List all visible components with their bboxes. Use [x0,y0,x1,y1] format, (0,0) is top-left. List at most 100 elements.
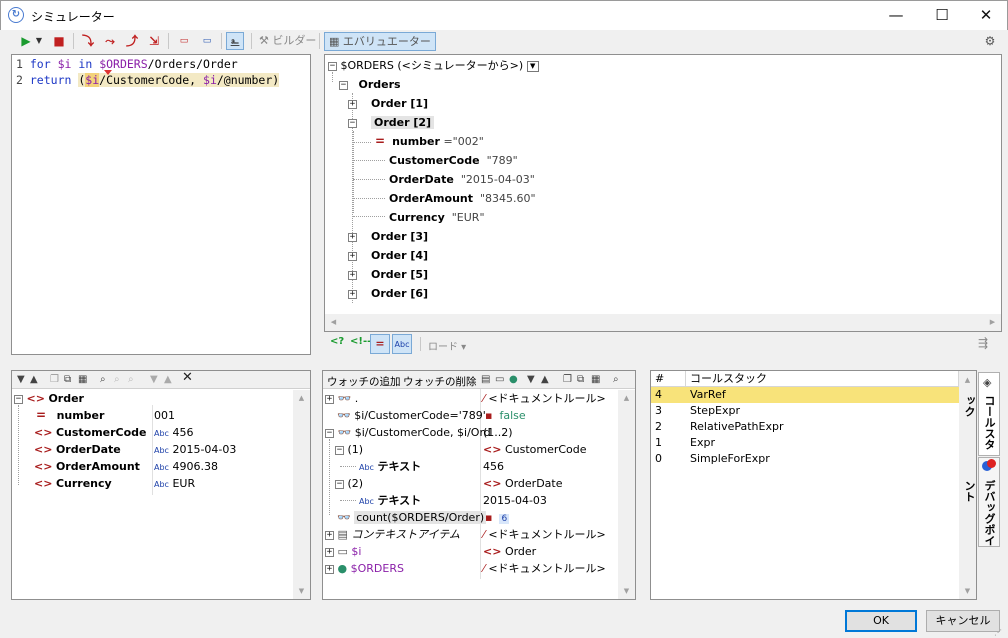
context-row-orderamount[interactable]: <> OrderAmount [34,458,140,475]
clear-icon[interactable]: ✕ [182,371,193,385]
watch-row-var-orders[interactable]: + ● $ORDERS [325,560,404,577]
toolbar: ▶ ▼ ■ ⤵ ⤳ ⤴ ⇲ ▭ ▭ ⎁ ⚒ ビルダー ▦ エバリュエーター ⚙ [1,30,1007,52]
context-row-customercode[interactable]: <> CustomerCode [34,424,147,441]
xpath-insert-icon[interactable]: <? [330,336,344,347]
watch-row-item-2[interactable]: − (2) [335,475,363,492]
resize-grip-icon[interactable]: ⋰ [994,628,1002,637]
cancel-button[interactable]: キャンセル [926,610,1000,632]
stop-icon[interactable]: ■ [50,32,68,50]
callstack-panel: # コールスタック 4 VarRef 3 StepExpr 2 RelativePat… [650,370,977,600]
context-root[interactable]: − <> Order [14,390,84,407]
callstack-row[interactable]: 2 RelativePathExpr [651,419,959,435]
watch-row-var-i[interactable]: + ▭ $i [325,543,361,560]
text-mode-icon[interactable]: ⎁ [226,32,244,50]
up-arrow-icon[interactable]: ▲ [30,373,38,387]
tree-node-orderdate[interactable]: OrderDate "2015-04-03" [389,171,535,188]
watch-copy-icon[interactable]: ❐ [563,373,572,387]
watch-row-text-1[interactable]: Abc テキスト [359,458,421,475]
watch-row-customercode-eq[interactable]: 👓 $i/CustomerCode='789' [337,407,486,424]
down-arrow-2-icon[interactable]: ▼ [150,373,158,387]
evaluator-button[interactable]: ▦ エバリュエーター [324,32,436,51]
builder-button[interactable]: ⚒ ビルダー [255,32,320,51]
tree-node-currency[interactable]: Currency "EUR" [389,209,485,226]
wrap-icon[interactable]: ⇶ [978,336,988,350]
calculator-icon: ▦ [329,35,340,48]
callstack-col-num[interactable]: # [651,371,686,387]
watch-row-text-2[interactable]: Abc テキスト [359,492,421,509]
watch-row-item-1[interactable]: − (1) [335,441,363,458]
breakpoints-red-icon [987,459,996,468]
comment-insert-icon[interactable]: <!-- [350,336,371,347]
context-panel: ▼ ▲ ❐ ⧉ ▦ ⌕ ⌕ ⌕ ▼ ▲ ✕ − <> Order = numbe… [11,370,311,600]
horizontal-scrollbar[interactable]: ◀ ▶ [325,314,1001,331]
maximize-button[interactable]: ☐ [919,1,965,30]
source-dropdown-icon: ▼ [526,60,539,72]
xpath-editor[interactable]: 1 for $i in $ORDERS/Orders/Order 2 retur… [11,54,311,355]
step-into-icon[interactable]: ⤵ [79,32,97,50]
watch-grid-icon[interactable]: ▤ [481,373,490,387]
find-next-icon[interactable]: ⌕ [114,373,120,387]
add-watch-button[interactable]: ウォッチの追加 [327,374,401,389]
step-out-icon[interactable]: ⤴ [123,32,141,50]
context-row-currency[interactable]: <> Currency [34,475,112,492]
breakpoint-marker-icon [104,70,112,75]
context-scrollbar[interactable]: ▲ ▼ [293,390,310,599]
tree-node-order-1[interactable]: + Order [1] [348,95,428,112]
callstack-row[interactable]: 1 Expr [651,435,959,451]
callstack-row[interactable]: 4 VarRef [651,387,959,403]
breakpoint-icon[interactable]: ▭ [175,32,193,50]
find-prev-icon[interactable]: ⌕ [128,373,134,387]
tree-root[interactable]: − $ORDERS (<シミュレーターから>) ▼ [328,57,539,74]
down-arrow-icon[interactable]: ▼ [17,373,25,387]
run-icon[interactable]: ▶ [17,32,35,50]
find-icon[interactable]: ⌕ [100,373,106,387]
context-row-orderdate[interactable]: <> OrderDate [34,441,121,458]
tree-node-order-2[interactable]: − Order [2] [348,114,435,131]
app-icon: ↻ [8,7,24,23]
minimize-button[interactable]: — [873,1,919,30]
watch-up-icon[interactable]: ▲ [541,373,549,387]
run-dropdown-icon[interactable]: ▼ [34,32,44,50]
paste-icon[interactable]: ⧉ [64,373,71,387]
tree-attr-number[interactable]: = number ="002" [375,133,484,150]
watch-field-icon[interactable]: ▭ [495,373,504,387]
callstack-col-name[interactable]: コールスタック [686,371,959,387]
watch-row-sequence[interactable]: − 👓 $i/CustomerCode, $i/Ord [325,424,491,441]
watch-panel: ウォッチの追加 ウォッチの削除 ▤ ▭ ● ▼ ▲ ❐ ⧉ ▦ ⌕ + 👓 . … [322,370,636,600]
copy-icon[interactable]: ❐ [50,373,59,387]
tree-node-order-5[interactable]: + Order [5] [348,266,428,283]
watch-row-count[interactable]: 👓 count($ORDERS/Order) [337,509,487,526]
attribute-toggle-icon[interactable]: = [370,334,390,354]
tools-icon: ⚒ [259,34,269,47]
close-button[interactable]: ✕ [963,1,1008,30]
watch-down-icon[interactable]: ▼ [527,373,535,387]
watch-find-icon[interactable]: ⌕ [613,373,619,387]
watch-table-icon[interactable]: ▦ [591,373,600,387]
watch-scrollbar[interactable]: ▲ ▼ [618,390,635,599]
callstack-row[interactable]: 0 SimpleForExpr [651,451,959,467]
watch-row-context-item[interactable]: + ▤ コンテキストアイテム [325,526,460,543]
editor-line-1: 1 for $i in $ORDERS/Orders/Order [16,57,238,71]
tree-node-customercode[interactable]: CustomerCode "789" [389,152,518,169]
tree-node-order-4[interactable]: + Order [4] [348,247,428,264]
tree-node-order-6[interactable]: + Order [6] [348,285,428,302]
remove-watch-button[interactable]: ウォッチの削除 [403,374,477,389]
tree-node-orderamount[interactable]: OrderAmount "8345.60" [389,190,536,207]
text-toggle-icon[interactable]: Abc [392,334,412,354]
ok-button[interactable]: OK [845,610,917,632]
up-arrow-2-icon[interactable]: ▲ [164,373,172,387]
settings-icon[interactable]: ⚙ [981,32,999,50]
run-to-cursor-icon[interactable]: ⇲ [145,32,163,50]
watch-paste-icon[interactable]: ⧉ [577,373,584,387]
tree-node-orders[interactable]: − Orders [339,76,401,93]
watch-row-dot[interactable]: + 👓 . [325,390,358,407]
step-over-icon[interactable]: ⤳ [101,32,119,50]
callstack-row[interactable]: 3 StepExpr [651,403,959,419]
watch-globe-icon[interactable]: ● [509,373,518,387]
grid-icon[interactable]: ▦ [78,373,87,387]
tree-node-order-3[interactable]: + Order [3] [348,228,428,245]
context-row-number[interactable]: = number [36,407,104,424]
tracepoint-icon[interactable]: ▭ [198,32,216,50]
load-button[interactable]: ロード ▾ [428,338,466,353]
context-toolbar: ▼ ▲ ❐ ⧉ ▦ ⌕ ⌕ ⌕ ▼ ▲ ✕ [12,371,310,389]
